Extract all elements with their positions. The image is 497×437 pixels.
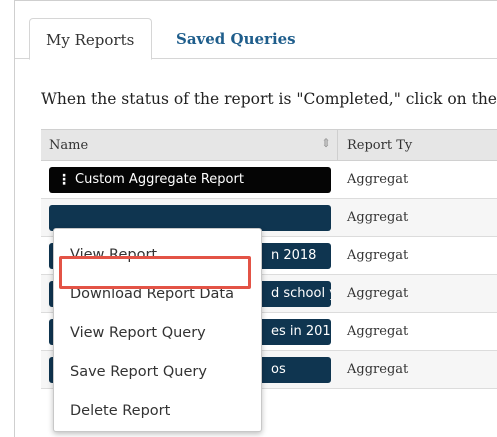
- tab-saved-queries[interactable]: Saved Queries: [160, 18, 312, 60]
- report-type-cell: Aggregat: [347, 324, 409, 339]
- highlight-box: [59, 256, 251, 289]
- report-type-cell: Aggregat: [347, 362, 409, 377]
- report-type-cell: Aggregat: [347, 172, 409, 187]
- column-header-name[interactable]: Name: [49, 138, 88, 153]
- tab-my-reports[interactable]: My Reports: [29, 18, 152, 60]
- report-name-label: [63, 210, 75, 225]
- tab-bar: My Reports Saved Queries: [15, 1, 497, 60]
- report-name-button[interactable]: ⋮ Custom Aggregate Report: [49, 167, 331, 193]
- report-type-cell: Aggregat: [347, 248, 409, 263]
- sort-icon[interactable]: ⇕: [321, 136, 331, 150]
- report-type-cell: Aggregat: [347, 286, 409, 301]
- menu-item-save-report-query[interactable]: Save Report Query: [54, 354, 261, 390]
- table-header: Name ⇕ Report Ty: [41, 129, 497, 161]
- kebab-menu-icon[interactable]: ⋮: [57, 167, 71, 193]
- column-divider: [337, 130, 338, 160]
- report-type-cell: Aggregat: [347, 210, 409, 225]
- menu-item-delete-report[interactable]: Delete Report: [54, 393, 261, 429]
- menu-item-view-report-query[interactable]: View Report Query: [54, 315, 261, 351]
- column-header-report-type[interactable]: Report Ty: [347, 138, 412, 153]
- table-row: ⋮ Custom Aggregate Report Aggregat: [41, 161, 497, 199]
- report-name-label: Custom Aggregate Report: [75, 172, 244, 187]
- instruction-text: When the status of the report is "Comple…: [41, 90, 497, 108]
